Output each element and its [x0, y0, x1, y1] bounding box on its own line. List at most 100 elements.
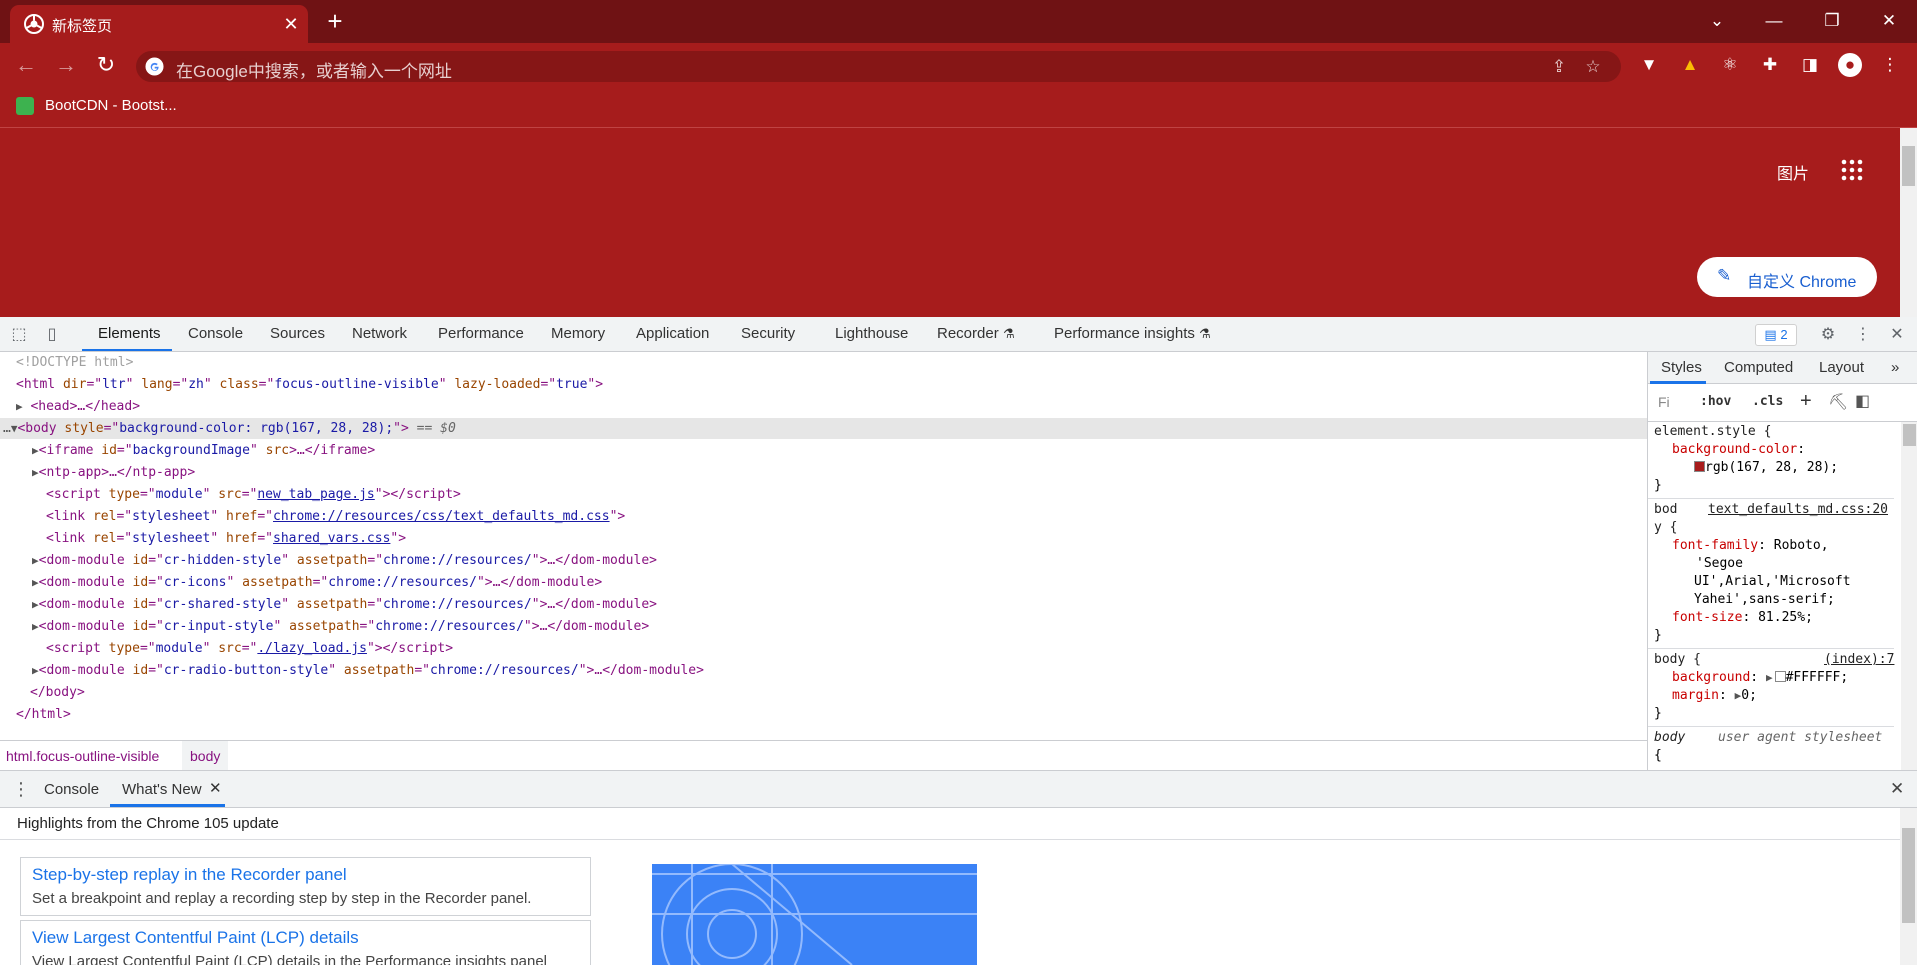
tab-performance[interactable]: Performance [438, 325, 524, 342]
rule-selector[interactable]: bod [1654, 501, 1677, 519]
tab-computed[interactable]: Computed [1724, 359, 1793, 376]
forward-button[interactable]: → [52, 51, 80, 79]
whats-new-video-thumbnail[interactable] [652, 864, 977, 965]
page-scrollbar-thumb[interactable] [1902, 146, 1915, 186]
side-panel-icon[interactable]: ◨ [1798, 53, 1822, 77]
rule-selector[interactable]: body [1654, 729, 1685, 747]
devtools-menu-icon[interactable]: ⋮ [1852, 324, 1874, 346]
settings-gear-icon[interactable]: ⚙ [1817, 324, 1839, 346]
breadcrumb-body[interactable]: body [182, 741, 229, 770]
expand-triangle-icon[interactable]: ▶ [32, 664, 39, 677]
tab-elements[interactable]: Elements [98, 325, 161, 342]
dom-link[interactable]: new_tab_page.js [257, 487, 374, 502]
feature-title[interactable]: View Largest Contentful Paint (LCP) deta… [32, 928, 359, 948]
browser-tab[interactable]: 新标签页 ✕ [10, 5, 308, 43]
tab-console[interactable]: Console [188, 325, 243, 342]
expand-triangle-icon[interactable]: ▶ [32, 444, 39, 457]
rule-selector[interactable]: element.style { [1654, 423, 1771, 441]
issues-badge[interactable]: ▤ 2 [1755, 324, 1797, 346]
toggle-sidebar-icon[interactable]: ◧ [1855, 391, 1870, 411]
tab-search-icon[interactable]: ⌄ [1702, 6, 1732, 36]
more-tabs-icon[interactable]: » [1891, 359, 1899, 376]
expand-triangle-icon[interactable]: ▶ [32, 620, 39, 633]
expand-triangle-icon[interactable]: ▶ [16, 400, 23, 413]
back-button[interactable]: ← [12, 51, 40, 79]
tab-recorder[interactable]: Recorder [937, 325, 999, 342]
hover-state-button[interactable]: :hov [1700, 394, 1731, 409]
dom-link-tag[interactable]: <link rel="stylesheet" href="chrome://re… [46, 506, 625, 527]
google-apps-icon[interactable] [1840, 158, 1864, 182]
window-close-button[interactable]: ✕ [1874, 6, 1904, 36]
restore-button[interactable]: ❐ [1817, 6, 1847, 36]
styles-scrollbar-thumb[interactable] [1903, 424, 1916, 446]
tab-security[interactable]: Security [741, 325, 795, 342]
menu-kebab-icon[interactable]: ⋮ [1878, 53, 1902, 77]
dom-module[interactable]: ▶<dom-module id="cr-hidden-style" assetp… [32, 550, 657, 571]
inspect-element-icon[interactable]: ⬚ [8, 324, 30, 346]
tab-lighthouse[interactable]: Lighthouse [835, 325, 908, 342]
images-link[interactable]: 图片 [1777, 160, 1809, 184]
close-tab-icon[interactable]: ✕ [209, 779, 222, 797]
close-devtools-icon[interactable]: ✕ [1886, 324, 1908, 346]
expand-triangle-icon[interactable]: ▶ [32, 466, 39, 479]
dom-html-close[interactable]: </html> [16, 704, 71, 725]
address-bar[interactable]: 在Google中搜索，或者输入一个网址 ⇪ ☆ [136, 51, 1621, 82]
dom-module[interactable]: ▶<dom-module id="cr-shared-style" assetp… [32, 594, 657, 615]
dom-module[interactable]: ▶<dom-module id="cr-radio-button-style" … [32, 660, 704, 681]
css-declaration[interactable]: font-family: Roboto, [1672, 537, 1829, 555]
tab-layout[interactable]: Layout [1819, 359, 1864, 376]
close-drawer-icon[interactable]: ✕ [1890, 779, 1904, 799]
tab-performance-insights[interactable]: Performance insights [1054, 325, 1195, 342]
feature-title[interactable]: Step-by-step replay in the Recorder pane… [32, 865, 347, 885]
dom-body-selected[interactable]: …▼<body style="background-color: rgb(167… [0, 418, 1647, 439]
tab-sources[interactable]: Sources [270, 325, 325, 342]
dom-head[interactable]: ▶ <head>…</head> [16, 396, 140, 417]
profile-avatar-icon[interactable]: ● [1838, 53, 1862, 77]
color-swatch-icon[interactable] [1774, 671, 1786, 682]
tab-close-icon[interactable]: ✕ [281, 14, 301, 34]
extensions-puzzle-icon[interactable]: ✚ [1758, 53, 1782, 77]
dom-module[interactable]: ▶<dom-module id="cr-input-style" assetpa… [32, 616, 649, 637]
google-drive-icon[interactable]: ▲ [1678, 53, 1702, 77]
dom-script[interactable]: <script type="module" src="./lazy_load.j… [46, 638, 453, 659]
dom-iframe[interactable]: ▶<iframe id="backgroundImage" src>…</ifr… [32, 440, 375, 461]
new-rule-icon[interactable]: + [1800, 390, 1812, 413]
tab-network[interactable]: Network [352, 325, 407, 342]
drawer-tab-whats-new[interactable]: What's New [122, 781, 202, 798]
dom-link[interactable]: ./lazy_load.js [257, 641, 367, 656]
drawer-menu-icon[interactable]: ⋮ [12, 779, 30, 800]
dom-doctype[interactable]: <!DOCTYPE html> [16, 352, 133, 373]
dom-script[interactable]: <script type="module" src="new_tab_page.… [46, 484, 461, 505]
css-declaration[interactable]: background: ▶ #FFFFFF; [1672, 669, 1848, 687]
extension-v-icon[interactable]: ▼ [1637, 53, 1661, 77]
tab-styles[interactable]: Styles [1661, 359, 1702, 376]
css-value-line[interactable]: rgb(167, 28, 28); [1694, 459, 1838, 477]
css-declaration[interactable]: background-color: [1672, 441, 1805, 459]
color-swatch-icon[interactable] [1694, 461, 1705, 472]
tab-application[interactable]: Application [636, 325, 709, 342]
bookmark-item[interactable]: BootCDN - Bootst... [45, 97, 177, 114]
rule-source-link[interactable]: text_defaults_md.css:20 [1708, 501, 1888, 519]
bookmark-star-icon[interactable]: ☆ [1582, 56, 1604, 78]
dom-module[interactable]: ▶<dom-module id="cr-icons" assetpath="ch… [32, 572, 602, 593]
dom-html-open[interactable]: <html dir="ltr" lang="zh" class="focus-o… [16, 374, 603, 395]
expand-triangle-icon[interactable]: ▶ [1766, 671, 1773, 684]
breadcrumb-html[interactable]: html.focus-outline-visible [6, 748, 159, 764]
rule-source-link[interactable]: (index):7 [1824, 651, 1894, 669]
expand-triangle-icon[interactable]: ▶ [32, 576, 39, 589]
dom-body-close[interactable]: </body> [30, 682, 85, 703]
device-toolbar-icon[interactable]: ▯ [41, 324, 63, 346]
feature-card[interactable]: Step-by-step replay in the Recorder pane… [20, 857, 591, 916]
expand-triangle-icon[interactable]: ▶ [32, 598, 39, 611]
tab-memory[interactable]: Memory [551, 325, 605, 342]
styles-filter-input[interactable]: Fi [1658, 394, 1670, 410]
dom-ntp-app[interactable]: ▶<ntp-app>…</ntp-app> [32, 462, 195, 483]
reload-button[interactable]: ↻ [92, 51, 120, 79]
styles-scrollbar[interactable] [1901, 422, 1917, 770]
paint-brush-icon[interactable]: ⛏ [1828, 392, 1848, 412]
drawer-tab-console[interactable]: Console [44, 781, 99, 798]
ellipsis-icon[interactable]: … [3, 421, 11, 436]
feature-card[interactable]: View Largest Contentful Paint (LCP) deta… [20, 920, 591, 965]
css-declaration[interactable]: margin: ▶0; [1672, 687, 1757, 705]
minimize-button[interactable]: — [1759, 6, 1789, 36]
